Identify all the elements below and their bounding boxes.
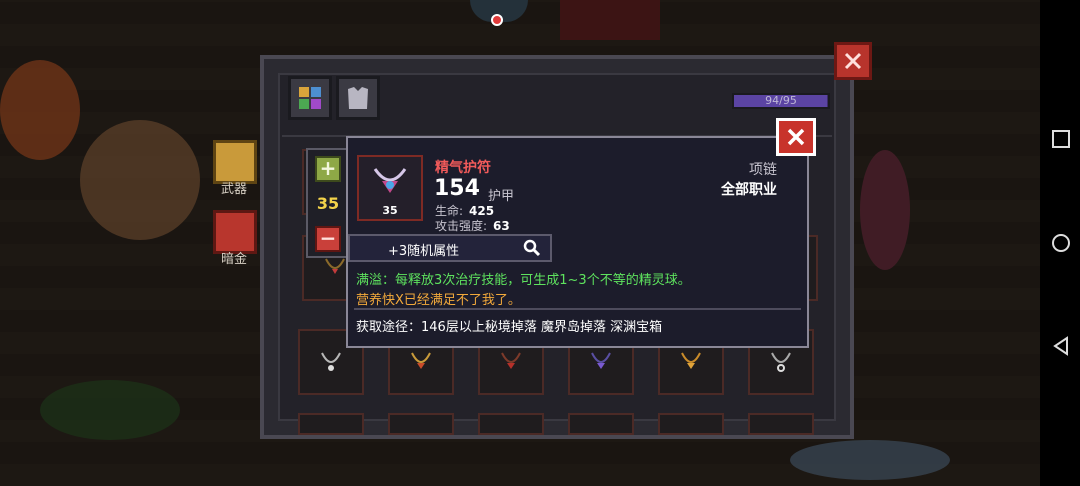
item-name: 精气护符 [435,160,491,176]
close-icon [787,128,805,146]
background-banner [560,0,660,40]
inventory-slot[interactable] [568,413,634,435]
weapon-label: 武器 [221,182,248,197]
inventory-slot[interactable] [748,413,814,435]
effect-flavor-text: 营养快X已经满足不了我了。 [356,293,521,308]
system-nav-bar [1040,0,1080,486]
stat-value: 63 [493,219,510,233]
stat-label: 攻击强度: [435,219,488,233]
level-stepper: + 35 − [306,148,350,258]
panel-close-button[interactable] [834,42,872,80]
tab-armor[interactable] [336,76,380,120]
magnifier-icon[interactable] [522,238,542,258]
random-attributes-text: +3随机属性 [388,244,460,259]
back-button-icon[interactable] [1050,335,1072,357]
tab-all-items[interactable] [288,76,332,120]
inventory-slot[interactable] [298,413,364,435]
recents-button-icon[interactable] [1050,128,1072,150]
inventory-slot[interactable] [658,413,724,435]
home-button-icon[interactable] [1050,232,1072,254]
inventory-slot[interactable] [478,413,544,435]
item-level: 35 [382,204,398,217]
necklace-icon [771,352,791,372]
capacity-text: 94/95 [765,94,797,107]
notification-dot [491,14,503,26]
background-character [80,120,200,240]
item-type: 项链 [749,162,777,178]
random-attributes-box[interactable]: +3随机属性 [348,234,552,262]
decrease-button[interactable]: − [315,226,341,252]
background-grass [40,380,180,440]
tooltip-divider [354,308,801,310]
close-icon [844,52,862,70]
necklace-icon [321,352,341,371]
grid-icon [299,87,321,109]
item-main-value: 154 [434,176,480,201]
item-class: 全部职业 [721,182,777,198]
item-source: 获取途径：146层以上秘境掉落 魔界岛掉落 深渊宝箱 [356,320,663,335]
stat-attack: 攻击强度: 63 [435,217,510,234]
stat-label: 生命: [435,204,464,218]
inventory-capacity-bar: 94/95 [732,93,830,109]
background-key-statue [860,150,910,270]
dark-gold-label: 暗金 [221,252,248,267]
tooltip-close-button[interactable] [776,118,816,156]
armor-icon [348,87,368,109]
necklace-icon [325,258,345,274]
increase-button[interactable]: + [315,156,341,182]
necklace-icon [411,352,431,369]
stepper-value: 35 [316,194,340,213]
item-icon-frame: 35 [357,155,423,221]
inventory-slot[interactable] [388,413,454,435]
background-lamp [0,60,80,160]
item-tooltip: 35 精气护符 154 护甲 生命: 425 攻击强度: 63 项链 全部职业 +3… [346,136,809,348]
necklace-icon [681,352,701,369]
background-dragon [790,440,950,480]
stat-value: 425 [469,204,495,218]
necklace-icon [501,352,521,369]
effect-description: 满溢：每释放3次治疗技能，可生成1~3个不等的精灵球。 [356,273,691,288]
necklace-icon [591,352,611,369]
